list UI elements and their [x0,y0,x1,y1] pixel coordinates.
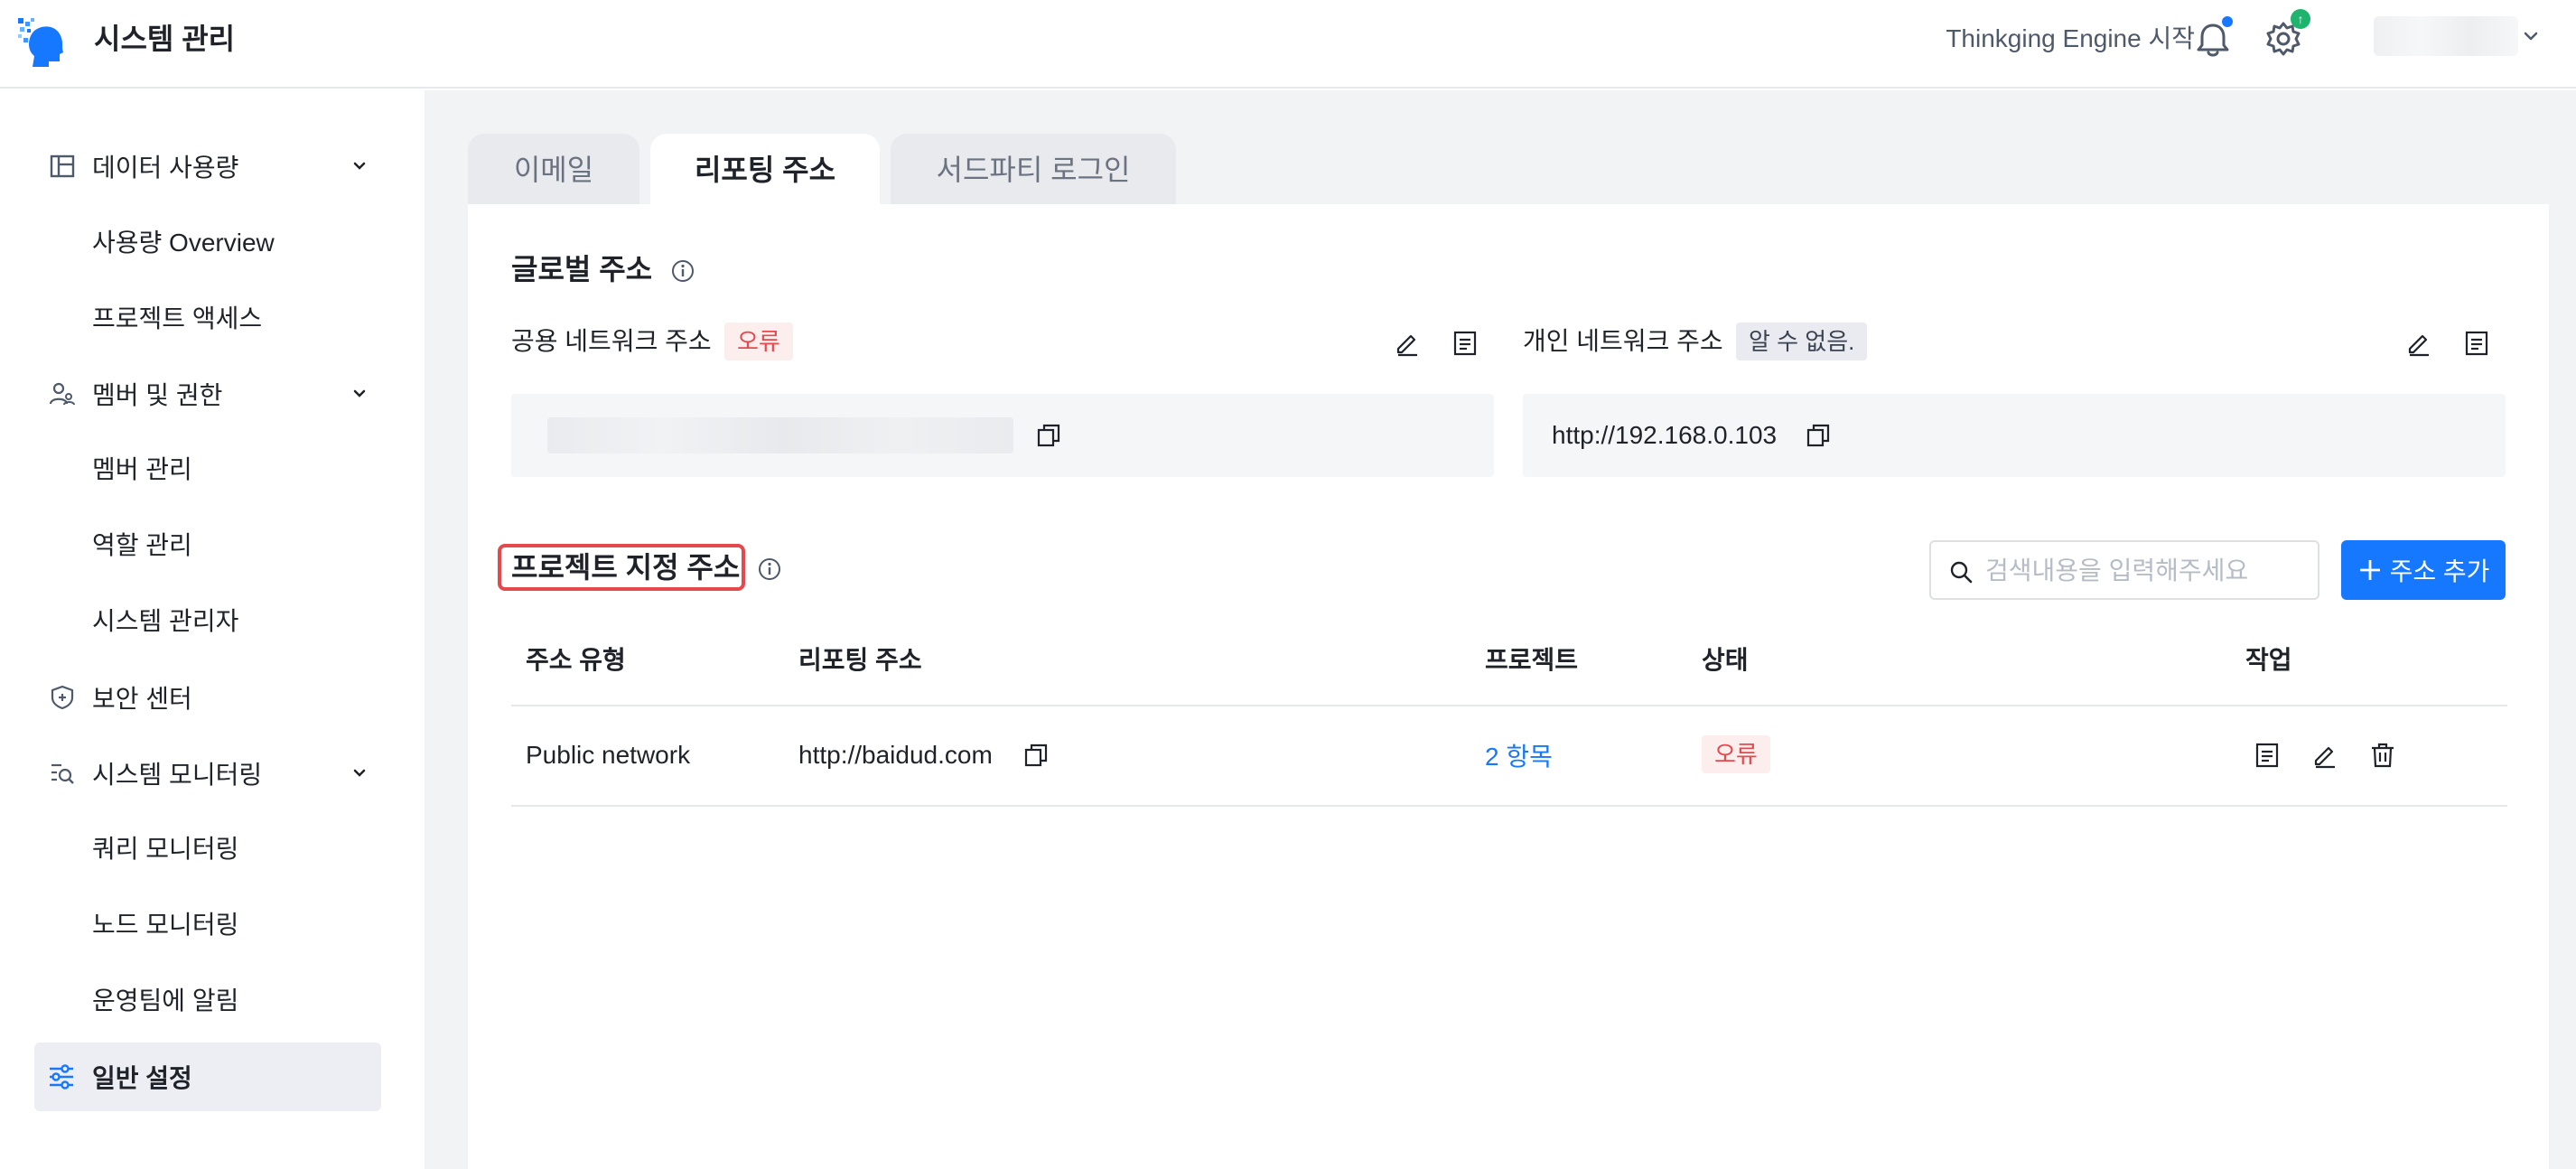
tab-email[interactable]: 이메일 [468,134,639,206]
status-badge: 오류 [1702,735,1770,773]
search-box[interactable] [1929,540,2319,600]
cell-project-link[interactable]: 2 항목 [1485,739,1553,775]
sidebar-item-project-access[interactable]: 프로젝트 액세스 [92,301,262,337]
app-title: 시스템 관리 [94,23,236,55]
public-network-label: 공용 네트워크 주소 [511,327,712,355]
shield-icon [51,685,74,710]
edit-icon[interactable] [1393,329,1422,358]
monitor-search-icon [51,763,74,784]
plus-icon [2359,560,2380,580]
sidebar-item-label: 보안 센터 [92,685,192,713]
private-address-value: http://192.168.0.103 [1552,421,1778,449]
chevron-down-icon [353,162,366,170]
sidebar-item-system-admin[interactable]: 시스템 관리자 [92,603,238,640]
notification-dot [2222,16,2233,27]
tab-reporting-address[interactable]: 리포팅 주소 [650,134,880,206]
sidebar-item-role-management[interactable]: 역할 관리 [92,528,192,564]
layout-icon [50,154,75,178]
detail-icon[interactable] [1451,329,1479,358]
search-icon [1950,561,1973,584]
update-badge: ↑ [2291,9,2310,29]
column-header-reporting-address: 리포팅 주소 [798,646,922,674]
sidebar-group-label: 멤버 및 권한 [92,381,223,409]
top-header: 시스템 관리 Thinkging Engine 시작 ↑ [0,0,2576,89]
info-icon[interactable] [670,258,695,284]
column-header-project: 프로젝트 [1485,646,1579,674]
info-icon[interactable] [757,556,782,582]
column-header-actions: 작업 [2245,646,2292,674]
private-network-label: 개인 네트워크 주소 [1523,327,1723,355]
cell-reporting-address: http://baidud.com [798,741,993,769]
status-badge: 오류 [724,323,793,360]
column-header-status: 상태 [1702,646,1749,674]
add-address-button[interactable]: 주소 추가 [2341,540,2506,600]
edit-icon[interactable] [2404,329,2433,358]
redacted-address [547,417,1013,454]
sidebar-item-ops-alert[interactable]: 운영팀에 알림 [92,983,238,1019]
sidebar-item-member-management[interactable]: 멤버 관리 [92,452,192,488]
tab-third-party-login[interactable]: 서드파티 로그인 [891,134,1176,206]
search-input[interactable] [1985,551,2310,591]
copy-icon[interactable] [1805,422,1832,449]
highlight-box [498,544,745,591]
sidebar-item-label: 일반 설정 [92,1064,192,1092]
user-avatar-name[interactable] [2374,16,2518,56]
chevron-down-icon[interactable] [2520,25,2542,47]
sidebar-item-general-settings[interactable]: 일반 설정 [34,1043,381,1111]
add-address-label: 주소 추가 [2389,557,2490,585]
detail-icon[interactable] [2462,329,2491,358]
sidebar-group-system-monitoring[interactable]: 시스템 모니터링 [36,746,379,800]
sidebar-item-query-monitoring[interactable]: 쿼리 모니터링 [92,831,238,867]
edit-icon[interactable] [2310,741,2339,770]
column-header-address-type: 주소 유형 [526,646,626,674]
trash-icon[interactable] [2368,741,2397,770]
chevron-down-icon [353,769,366,777]
brain-head-logo[interactable] [16,16,69,69]
chevron-down-icon [353,389,366,397]
private-address-box: http://192.168.0.103 [1523,394,2506,477]
sidebar-group-label: 데이터 사용량 [92,154,239,182]
sidebar-item-security-center[interactable]: 보안 센터 [36,670,379,725]
table-divider [511,705,2507,706]
copy-icon[interactable] [1022,742,1050,769]
thinking-engine-start-link[interactable]: Thinkging Engine 시작 [1946,20,2195,58]
status-badge: 알 수 없음. [1736,323,1868,360]
sidebar-group-members[interactable]: 멤버 및 권한 [36,367,379,421]
sidebar-item-node-monitoring[interactable]: 노드 모니터링 [92,907,238,943]
cell-address-type: Public network [526,741,691,769]
detail-icon[interactable] [2253,741,2282,770]
users-icon [49,382,75,406]
public-address-box [511,394,1494,477]
sidebar-group-label: 시스템 모니터링 [92,761,263,789]
sidebar-item-usage-overview[interactable]: 사용량 Overview [92,225,275,261]
sliders-icon [50,1064,73,1090]
table-divider [511,805,2507,807]
sidebar-group-data-usage[interactable]: 데이터 사용량 [36,139,379,193]
global-address-title: 글로벌 주소 [511,253,653,285]
copy-icon[interactable] [1035,422,1062,449]
